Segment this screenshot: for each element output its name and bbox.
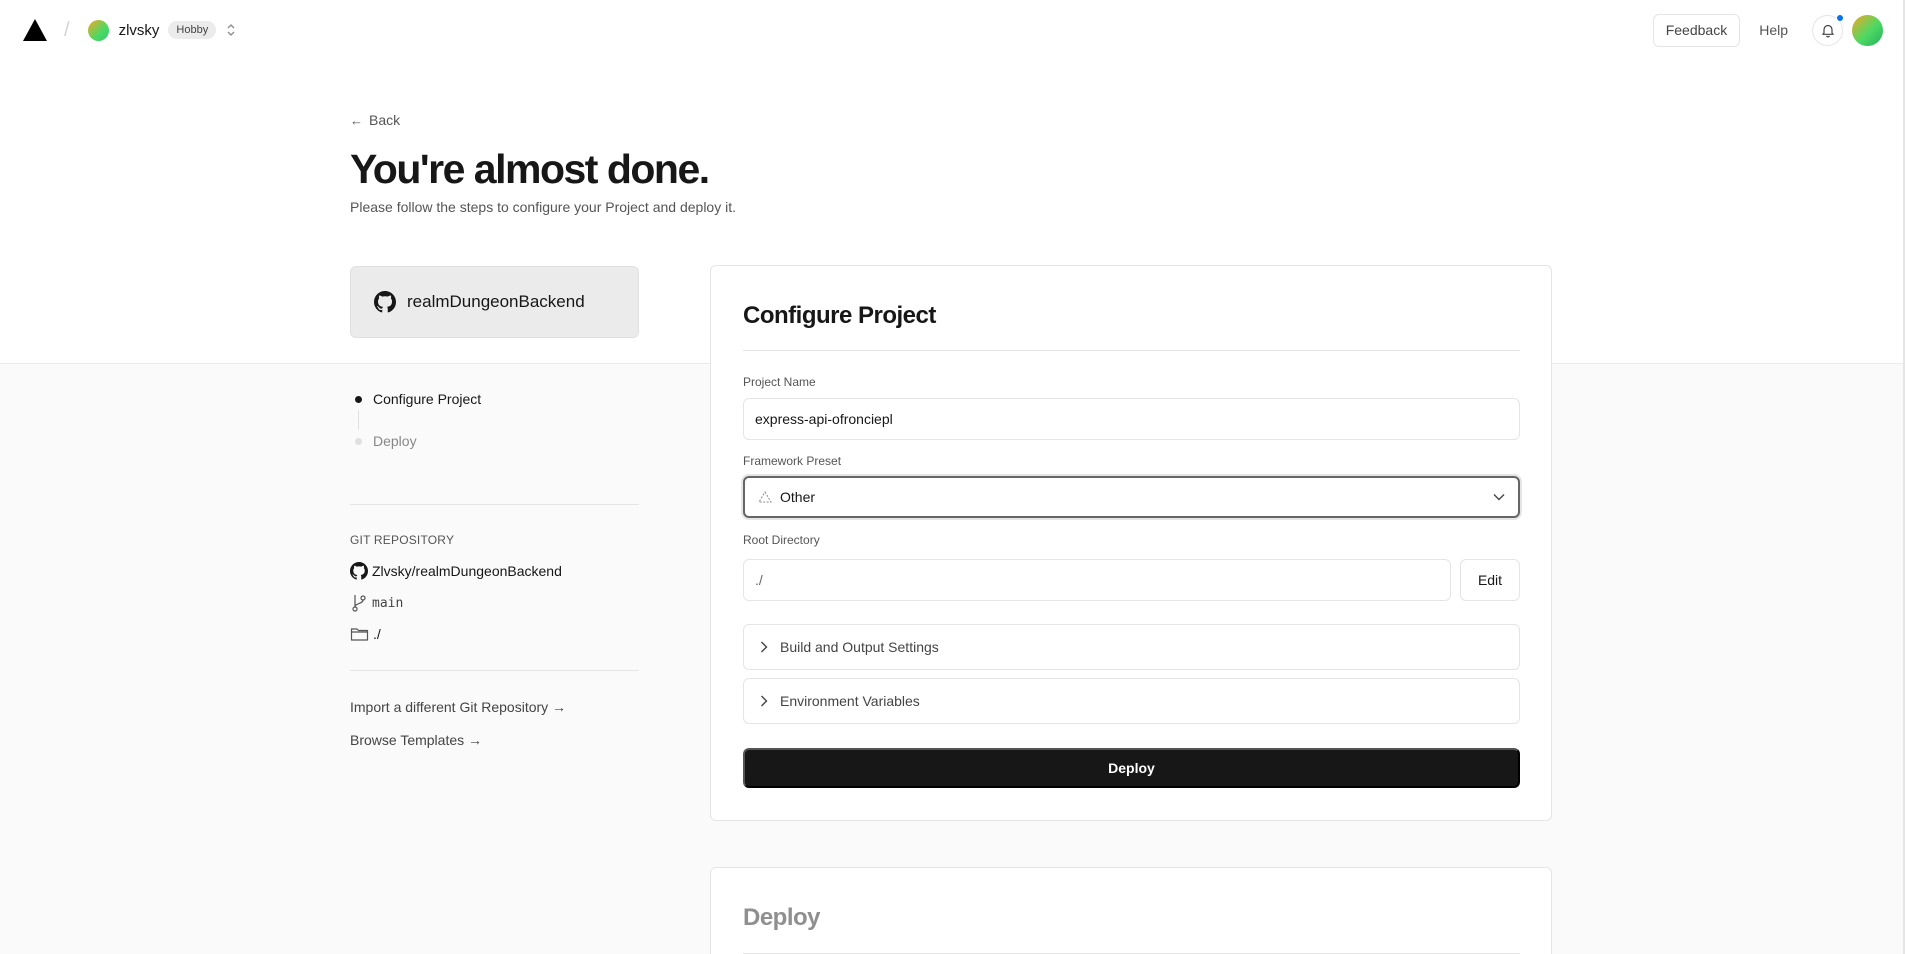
deploy-card-title: Deploy bbox=[743, 904, 821, 931]
notifications-button[interactable] bbox=[1812, 13, 1844, 46]
arrow-left-icon: ← bbox=[350, 112, 363, 128]
git-repo-row[interactable]: Zlvsky/realmDungeonBackend bbox=[350, 562, 562, 580]
git-branch-name: main bbox=[372, 595, 404, 611]
step-connector bbox=[358, 410, 359, 430]
framework-preset-value: Other bbox=[780, 489, 816, 505]
page-title: You're almost done. bbox=[350, 146, 710, 192]
card-divider bbox=[743, 350, 1520, 351]
git-dir-row: ./ bbox=[350, 626, 381, 642]
project-name-label: Project Name bbox=[743, 375, 816, 389]
configure-project-card: Configure Project Project Name express-a… bbox=[710, 265, 1552, 821]
steps-list: Configure Project Deploy bbox=[350, 388, 481, 452]
environment-variables-label: Environment Variables bbox=[780, 693, 920, 709]
sidebar-divider bbox=[350, 670, 639, 671]
team-avatar[interactable] bbox=[87, 19, 109, 41]
header-actions: Feedback Help bbox=[1652, 13, 1883, 47]
chevron-right-icon bbox=[761, 641, 768, 653]
environment-variables-accordion[interactable]: Environment Variables bbox=[743, 678, 1520, 724]
git-branch-row: main bbox=[350, 594, 403, 612]
git-branch-icon bbox=[352, 595, 366, 612]
back-label: Back bbox=[369, 112, 401, 128]
import-different-repo-link[interactable]: Import a different Git Repository → bbox=[350, 699, 566, 715]
github-icon bbox=[350, 562, 368, 580]
step-configure-project: Configure Project bbox=[350, 388, 481, 410]
root-directory-label: Root Directory bbox=[743, 533, 820, 547]
github-icon bbox=[374, 291, 396, 313]
repo-card: realmDungeonBackend bbox=[350, 266, 639, 338]
root-directory-input: ./ bbox=[743, 559, 1451, 601]
project-name-input[interactable]: express-api-ofronciepl bbox=[743, 398, 1520, 440]
step-dot-inactive bbox=[355, 437, 362, 445]
sidebar-divider bbox=[350, 504, 639, 505]
notification-dot bbox=[1836, 13, 1844, 22]
step-label: Configure Project bbox=[373, 391, 482, 407]
build-output-settings-accordion[interactable]: Build and Output Settings bbox=[743, 624, 1520, 670]
framework-preset-select[interactable]: Other bbox=[743, 476, 1520, 518]
build-output-settings-label: Build and Output Settings bbox=[780, 639, 939, 655]
bell-icon bbox=[1821, 24, 1834, 37]
repo-card-name: realmDungeonBackend bbox=[407, 292, 585, 311]
deploy-card: Deploy bbox=[710, 867, 1552, 954]
edit-root-directory-button[interactable]: Edit bbox=[1460, 559, 1520, 601]
step-label: Deploy bbox=[373, 433, 417, 449]
team-name[interactable]: zlvsky bbox=[119, 22, 160, 39]
step-deploy: Deploy bbox=[350, 430, 481, 452]
page-subtitle: Please follow the steps to configure you… bbox=[350, 199, 736, 215]
git-dir-value: ./ bbox=[373, 626, 381, 642]
feedback-button[interactable]: Feedback bbox=[1652, 13, 1741, 47]
top-header: / zlvsky Hobby Feedback Help bbox=[0, 0, 1905, 60]
git-repo-name: Zlvsky/realmDungeonBackend bbox=[372, 563, 562, 579]
folder-icon bbox=[350, 628, 369, 641]
triangle-outline-icon bbox=[758, 491, 772, 503]
step-dot-active bbox=[355, 395, 362, 403]
triangle-logo-icon[interactable] bbox=[22, 18, 48, 42]
browse-templates-link[interactable]: Browse Templates → bbox=[350, 732, 482, 748]
back-link[interactable]: ← Back bbox=[350, 112, 400, 128]
plan-badge: Hobby bbox=[168, 21, 217, 39]
chevron-right-icon bbox=[761, 695, 768, 707]
help-link[interactable]: Help bbox=[1759, 22, 1788, 38]
header-separator: / bbox=[64, 18, 70, 41]
configure-title: Configure Project bbox=[743, 302, 936, 329]
framework-preset-label: Framework Preset bbox=[743, 454, 842, 468]
deploy-button[interactable]: Deploy bbox=[743, 748, 1520, 788]
git-repository-heading: GIT REPOSITORY bbox=[350, 533, 455, 547]
user-avatar[interactable] bbox=[1852, 14, 1883, 46]
team-switcher-icon[interactable] bbox=[226, 22, 236, 38]
chevron-down-icon bbox=[1493, 494, 1505, 501]
